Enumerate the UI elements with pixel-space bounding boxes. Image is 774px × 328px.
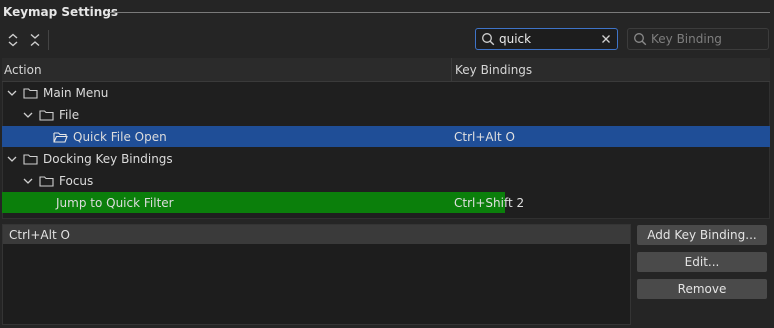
folder-open-icon [52,130,68,144]
section-title: Keymap Settings [3,5,119,19]
tree-row-docking-key-bindings[interactable]: Docking Key Bindings [2,148,770,169]
folder-icon [22,86,38,100]
remove-button[interactable]: Remove [637,279,767,299]
collapse-all-icon[interactable] [27,32,43,48]
tree-row-jump-to-quick-filter[interactable]: Jump to Quick Filter Ctrl+Shift 2 [2,192,770,213]
chevron-down-icon[interactable] [5,86,19,100]
table-header [2,58,770,82]
expand-all-icon[interactable] [5,32,21,48]
add-key-binding-button[interactable]: Add Key Binding... [637,225,767,245]
keybinding-cell: Ctrl+Alt O [454,129,515,144]
folder-icon [22,152,38,166]
tree-row-label: Quick File Open [73,129,167,144]
tree-row-quick-file-open[interactable]: Quick File Open Ctrl+Alt O [2,126,770,147]
edit-button[interactable]: Edit... [637,252,767,272]
tree-row-label: Docking Key Bindings [43,151,173,166]
keybinding-cell: Ctrl+Shift 2 [454,195,525,210]
column-separator[interactable] [451,58,452,82]
keybinding-search-field[interactable] [627,28,769,50]
folder-icon [38,174,54,188]
list-item[interactable]: Ctrl+Alt O [3,225,630,244]
search-icon [631,30,649,48]
keybinding-search-input[interactable] [649,32,768,46]
close-icon[interactable] [599,32,613,46]
tree-row-label: Main Menu [43,85,109,100]
action-search-input[interactable] [497,32,599,46]
search-icon [479,30,497,48]
tree-row-label: Jump to Quick Filter [56,195,174,210]
chevron-down-icon[interactable] [5,152,19,166]
action-search-field[interactable] [475,28,618,50]
tree-row-focus[interactable]: Focus [2,170,770,191]
toolbar-separator [48,30,49,50]
chevron-down-icon[interactable] [21,174,35,188]
column-header-key-bindings[interactable]: Key Bindings [455,63,532,77]
tree-row-file[interactable]: File [2,104,770,125]
chevron-down-icon[interactable] [21,108,35,122]
tree-row-label: Focus [59,173,94,188]
title-divider [109,12,770,13]
tree-row-label: File [59,107,80,122]
folder-icon [38,108,54,122]
tree-row-main-menu[interactable]: Main Menu [2,82,770,103]
column-header-action[interactable]: Action [4,63,42,77]
